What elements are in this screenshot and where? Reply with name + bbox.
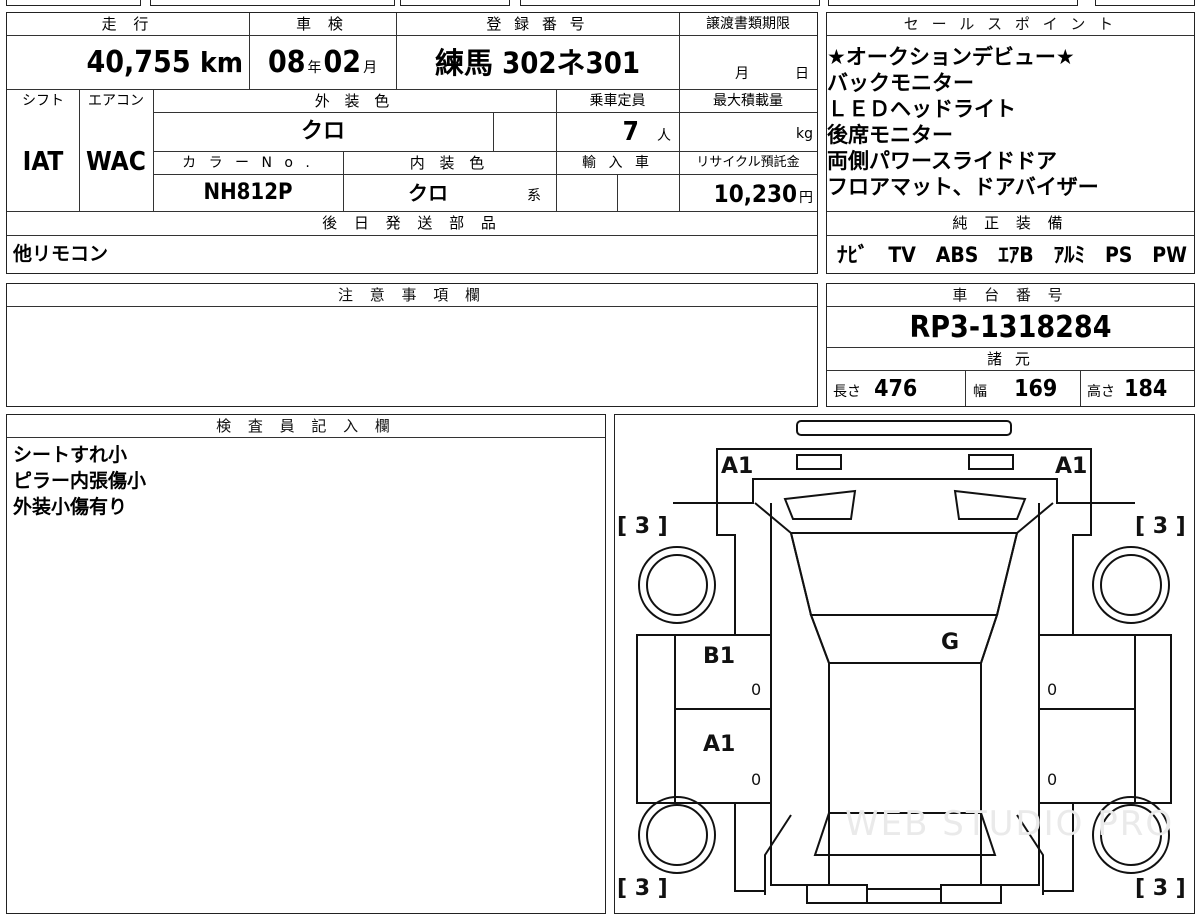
exterior-color-value: クロ <box>300 119 345 144</box>
later-parts-value: 他リモコン <box>13 243 109 265</box>
equipment-item: ｱﾙﾐ <box>1053 243 1086 267</box>
length-cell: 長さ 476 <box>833 372 963 406</box>
tire-rl: [ 3 ] <box>617 876 668 901</box>
inspection-value: 08 年02 月 <box>249 39 396 87</box>
sales-point-item: 後席モニター <box>827 123 953 147</box>
transfer-day-unit: 日 <box>795 66 809 82</box>
inspector-label: 検 査 員 記 入 欄 <box>7 415 605 438</box>
tire-rr: [ 3 ] <box>1135 876 1186 901</box>
color-no-value: NH812P <box>203 180 293 205</box>
mileage-unit: km <box>200 46 243 79</box>
mileage-number: 40,755 <box>86 45 191 80</box>
top-cut-strip <box>0 0 1200 7</box>
vehicle-spec-table: 走 行 車 検 登 録 番 号 譲渡書類期限 40,755 km 08 年02 月 … <box>6 12 818 274</box>
recycle-value: 10,230 円 <box>679 175 817 211</box>
registration-value: 練馬 302ネ301 <box>435 46 640 80</box>
remark-line: シートすれ小 <box>13 444 128 466</box>
chassis-value: RP3-1318284 <box>909 310 1112 345</box>
notes-box: 注 意 事 項 欄 <box>6 283 818 407</box>
zero-mark: 0 <box>1047 680 1057 699</box>
length-label: 長さ <box>833 384 861 400</box>
sales-point-item: 両側パワースライドドア <box>827 149 1057 173</box>
capacity-label: 乗車定員 <box>589 93 646 109</box>
color-no-label: カ ラ ー N o . <box>182 155 314 171</box>
inspection-month-unit: 月 <box>363 60 378 76</box>
sales-points-label: セ ー ル ス ポ イ ン ト <box>827 13 1194 36</box>
chassis-label: 車 台 番 号 <box>827 284 1194 307</box>
aircon-value: WAC <box>86 147 146 177</box>
damage-front-right: A1 <box>1055 454 1087 479</box>
inspector-remarks: シートすれ小 ピラー内張傷小 外装小傷有り <box>13 442 146 520</box>
recycle-label: リサイクル預託金 <box>696 155 800 170</box>
equipment-item: ABS <box>935 243 979 267</box>
mileage-value: 40,755 km <box>7 39 249 87</box>
dimensions-label: 諸 元 <box>987 350 1034 368</box>
chassis-box: 車 台 番 号 RP3-1318284 諸 元 長さ 476 幅 169 高さ … <box>826 283 1195 407</box>
exterior-color-label: 外 装 色 <box>314 92 395 110</box>
damage-map-box: WEB STUDIO PRO A1 A1 [ 3 ] [ 3 ] [ 3 ] [… <box>614 414 1195 914</box>
recycle-number: 10,230 <box>713 180 797 208</box>
interior-color-suffix: 系 <box>527 188 541 204</box>
height-cell: 高さ 184 <box>1087 372 1193 406</box>
inspection-month: 02 <box>323 45 362 80</box>
shift-label: シフト <box>22 93 64 109</box>
length-value: 476 <box>874 376 918 402</box>
zero-mark: 0 <box>751 680 761 699</box>
shift-value: IAT <box>22 147 64 177</box>
width-cell: 幅 169 <box>973 372 1078 406</box>
damage-front-left: A1 <box>721 454 753 479</box>
tire-fr: [ 3 ] <box>1135 514 1186 539</box>
later-parts-label: 後 日 発 送 部 品 <box>322 214 502 232</box>
remark-line: 外装小傷有り <box>13 496 128 518</box>
inspection-year: 08 <box>267 45 306 80</box>
max-load-unit: kg <box>796 126 813 142</box>
equipment-item: ﾅﾋﾞ <box>837 243 869 267</box>
inspector-box: 検 査 員 記 入 欄 シートすれ小 ピラー内張傷小 外装小傷有り <box>6 414 606 914</box>
transfer-deadline-label: 譲渡書類期限 <box>706 16 790 32</box>
max-load-value: kg <box>679 113 817 151</box>
capacity-number: 7 <box>622 117 639 147</box>
sales-points-box: セ ー ル ス ポ イ ン ト ★オークションデビュー★ バックモニター ＬＥＤ… <box>826 12 1195 274</box>
capacity-unit: 人 <box>657 128 671 144</box>
height-value: 184 <box>1124 376 1168 402</box>
aircon-label: エアコン <box>88 93 144 109</box>
equipment-item: PS <box>1104 243 1133 267</box>
sales-point-item: バックモニター <box>827 71 974 95</box>
recycle-unit: 円 <box>799 190 813 206</box>
genuine-equipment-label: 純 正 装 備 <box>952 214 1069 232</box>
zero-mark: 0 <box>1047 770 1057 789</box>
tire-fl: [ 3 ] <box>617 514 668 539</box>
width-value: 169 <box>1014 376 1058 402</box>
remark-line: ピラー内張傷小 <box>13 470 147 492</box>
transfer-month-unit: 月 <box>735 66 749 82</box>
interior-color-value: クロ <box>408 181 448 205</box>
notes-label: 注 意 事 項 欄 <box>7 284 817 307</box>
zero-mark: 0 <box>751 770 761 789</box>
interior-color-label: 内 装 色 <box>409 154 490 172</box>
equipment-item: TV <box>888 243 916 267</box>
equipment-item: ｴｱB <box>998 243 1034 267</box>
sales-points-list: ★オークションデビュー★ バックモニター ＬＥＤヘッドライト 後席モニター 両側… <box>827 44 1194 200</box>
damage-left-front-door: B1 <box>703 644 735 669</box>
inspection-year-unit: 年 <box>307 60 322 76</box>
sales-point-item: フロアマット、ドアバイザー <box>827 175 1099 199</box>
transfer-deadline-value: 月 日 <box>679 63 817 87</box>
damage-left-rear-door: A1 <box>703 732 735 757</box>
height-label: 高さ <box>1087 384 1115 400</box>
width-label: 幅 <box>973 384 987 400</box>
mileage-label: 走 行 <box>101 15 155 33</box>
sales-point-item: ＬＥＤヘッドライト <box>827 97 1016 121</box>
registration-label: 登 録 番 号 <box>486 15 589 33</box>
sales-point-item: ★オークションデビュー★ <box>827 45 1075 69</box>
car-diagram: WEB STUDIO PRO A1 A1 [ 3 ] [ 3 ] [ 3 ] [… <box>617 420 1186 904</box>
watermark-text: WEB STUDIO PRO <box>845 804 1174 844</box>
capacity-value: 7 人 <box>556 113 679 151</box>
import-label: 輸 入 車 <box>582 155 653 171</box>
damage-roof: G <box>941 630 959 655</box>
genuine-equipment-list: ﾅﾋﾞ TV ABS ｴｱB ｱﾙﾐ PS PW <box>837 238 1187 272</box>
max-load-label: 最大積載量 <box>713 93 783 109</box>
equipment-item: PW <box>1152 243 1187 267</box>
inspection-label: 車 検 <box>296 15 349 33</box>
